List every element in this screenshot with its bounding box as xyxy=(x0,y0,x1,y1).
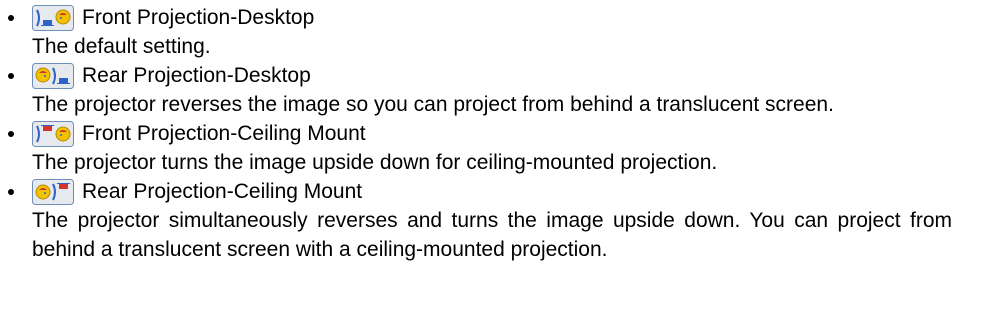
rear-desktop-icon xyxy=(32,62,74,89)
item-title: Rear Projection-Ceiling Mount xyxy=(82,180,363,203)
bullet xyxy=(8,131,14,137)
list-item-rear-desktop: Rear Projection-Desktop The projector re… xyxy=(0,61,998,119)
list-item-rear-ceiling: Rear Projection-Ceiling Mount The projec… xyxy=(0,177,998,264)
bullet xyxy=(8,15,14,21)
item-title-row: Front Projection-Ceiling Mount xyxy=(32,119,998,148)
item-description: The projector reverses the image so you … xyxy=(32,93,834,116)
rear-ceiling-icon xyxy=(32,178,74,205)
item-title-row: Rear Projection-Desktop xyxy=(32,61,998,90)
front-ceiling-icon xyxy=(32,120,74,147)
list-item-front-ceiling: Front Projection-Ceiling Mount The proje… xyxy=(0,119,998,177)
bullet xyxy=(8,189,14,195)
bullet xyxy=(8,73,14,79)
item-description: The projector turns the image upside dow… xyxy=(32,151,718,174)
item-title-row: Front Projection-Desktop xyxy=(32,3,998,32)
item-title: Front Projection-Desktop xyxy=(82,6,315,29)
front-desktop-icon xyxy=(32,4,74,31)
item-description: The default setting. xyxy=(32,35,211,58)
list-item-front-desktop: Front Projection-Desktop The default set… xyxy=(0,3,998,61)
item-title: Rear Projection-Desktop xyxy=(82,64,311,87)
item-title-row: Rear Projection-Ceiling Mount xyxy=(32,177,998,206)
projection-mode-list: Front Projection-Desktop The default set… xyxy=(0,0,998,264)
item-title: Front Projection-Ceiling Mount xyxy=(82,122,366,145)
item-description: The projector simultaneously reverses an… xyxy=(32,209,952,261)
